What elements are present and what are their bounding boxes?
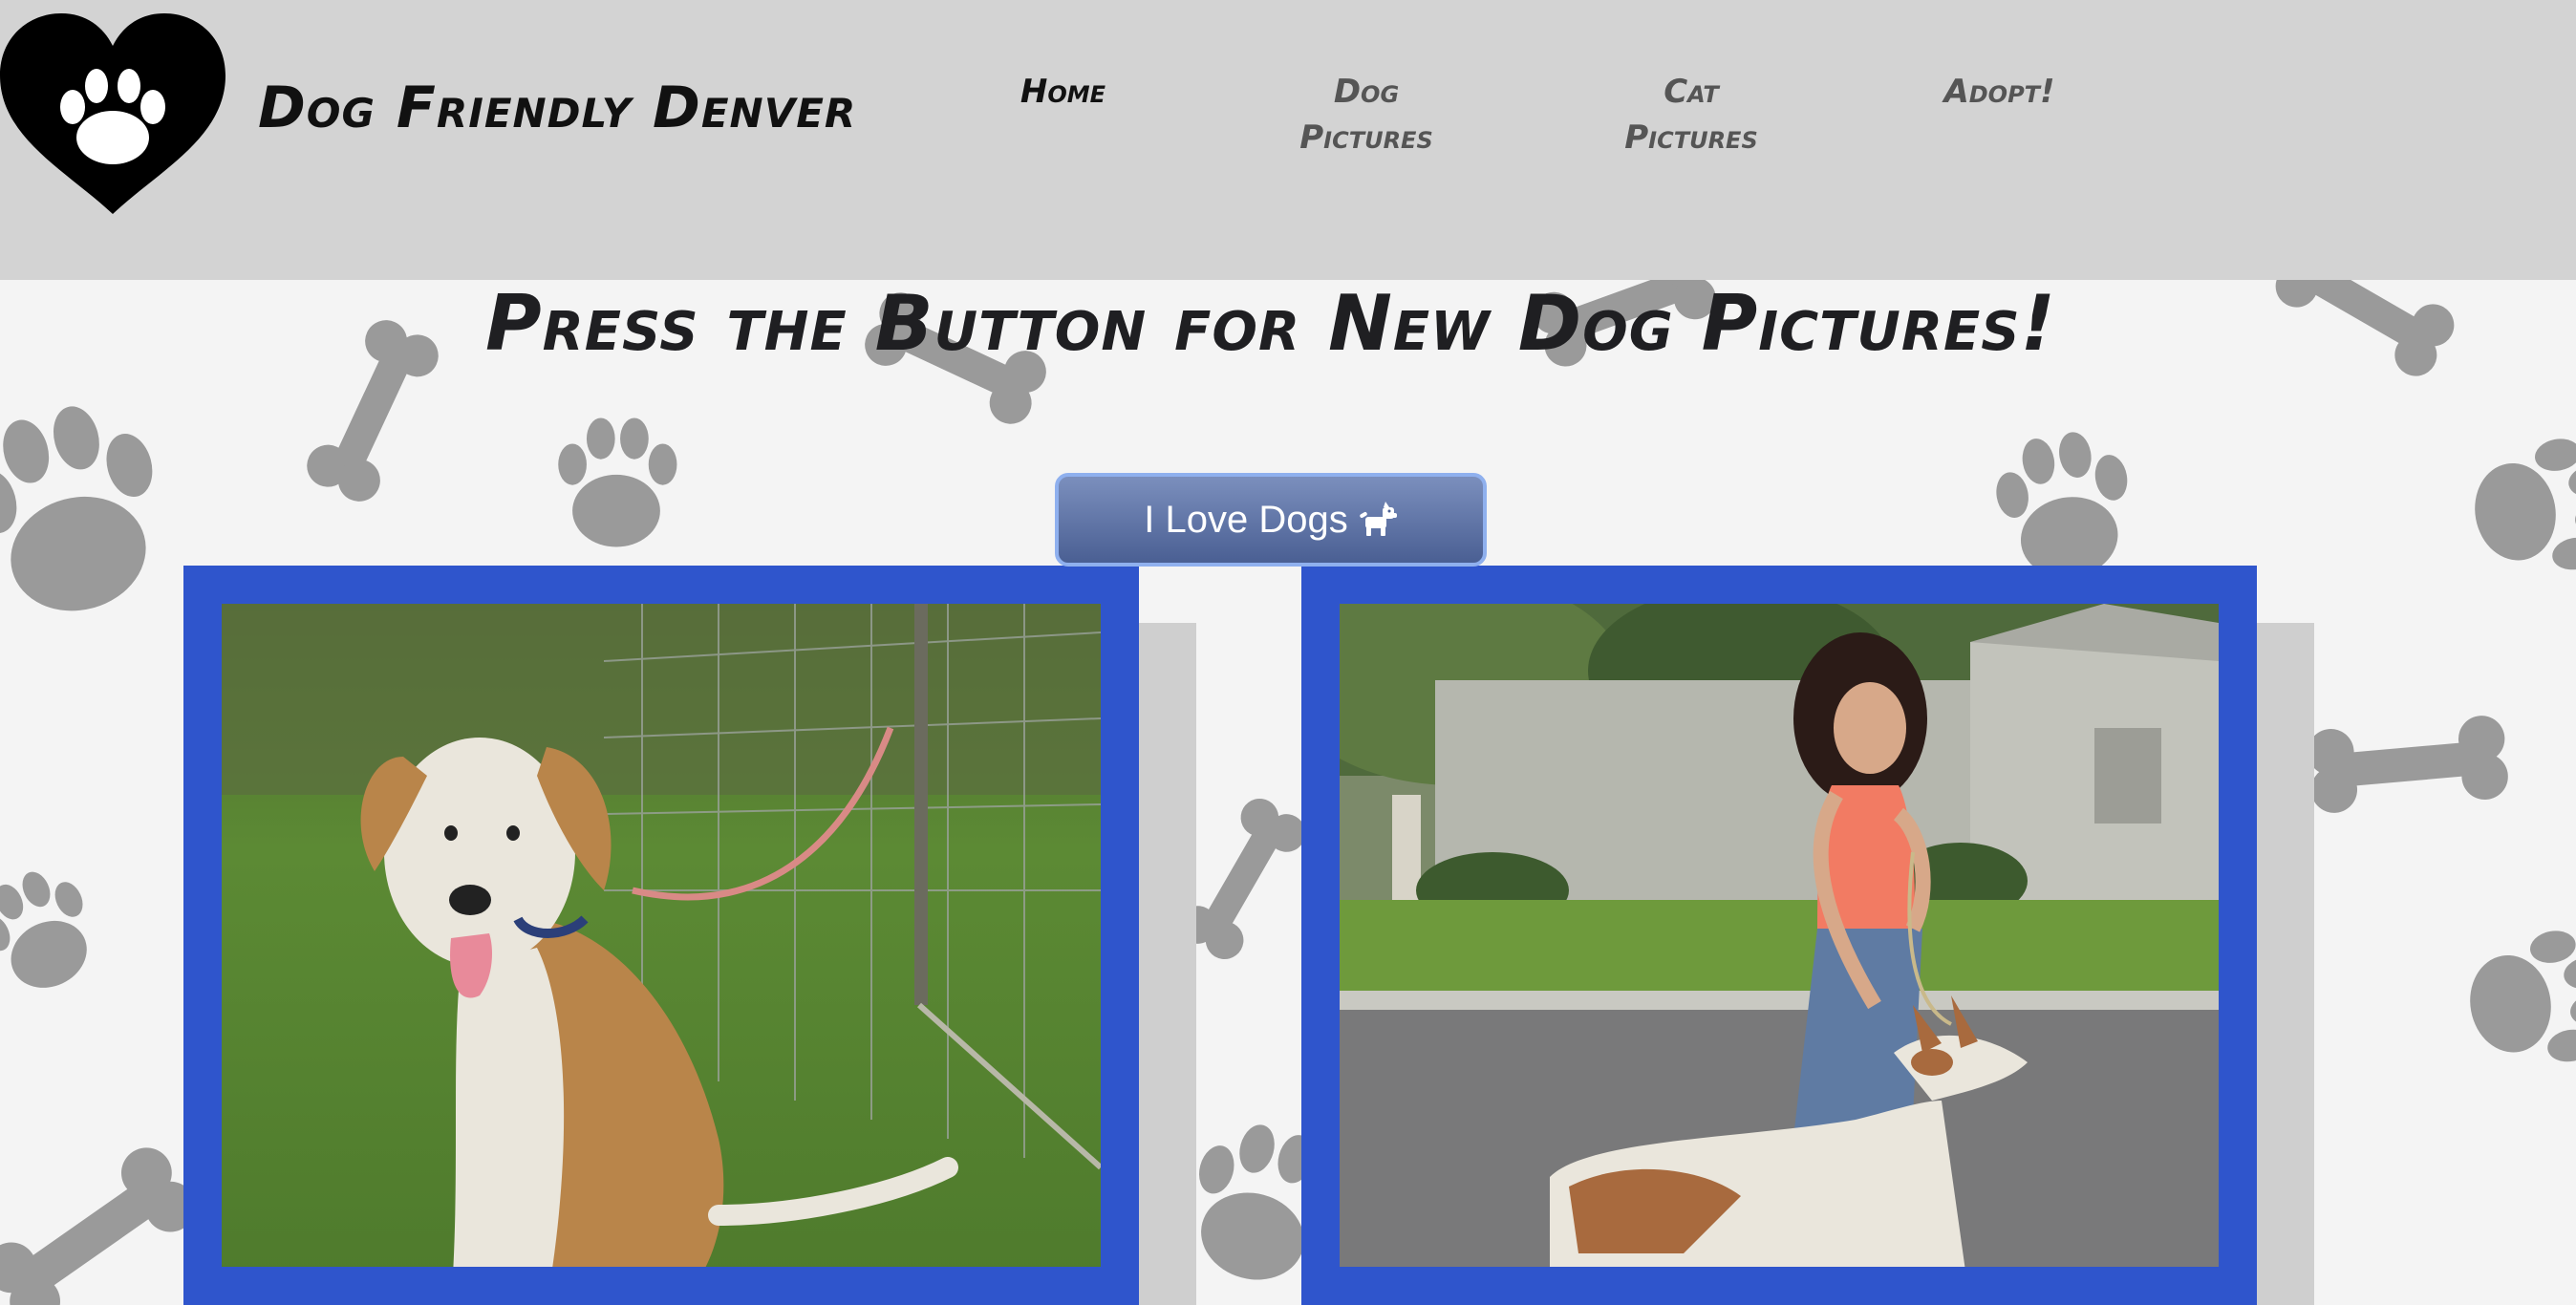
site-header: Dog Friendly Denver Home Dog Pictures Ca… <box>0 0 2576 280</box>
i-love-dogs-button[interactable]: I Love Dogs <box>1055 473 1487 567</box>
nav-adopt-link[interactable]: Adopt! <box>1921 69 2078 115</box>
dog-photo-card-left <box>183 566 1139 1305</box>
dog-photo-woman-walking-dog <box>1340 604 2219 1267</box>
nav-cat-pictures-link[interactable]: Cat Pictures <box>1596 69 1787 160</box>
dog-icon <box>1360 502 1397 536</box>
button-label: I Love Dogs <box>1144 498 1348 541</box>
card-shadow <box>2257 623 2314 1305</box>
main-nav: Home Dog Pictures Cat Pictures Adopt! <box>0 69 2576 183</box>
card-shadow <box>1139 623 1196 1305</box>
dog-photo-hound <box>222 604 1101 1267</box>
dog-photo-card-right <box>1301 566 2257 1305</box>
page-title: Press the Button for New Dog Pictures! <box>484 279 2057 368</box>
nav-home-link[interactable]: Home <box>994 69 1132 115</box>
nav-dog-pictures-link[interactable]: Dog Pictures <box>1271 69 1462 160</box>
